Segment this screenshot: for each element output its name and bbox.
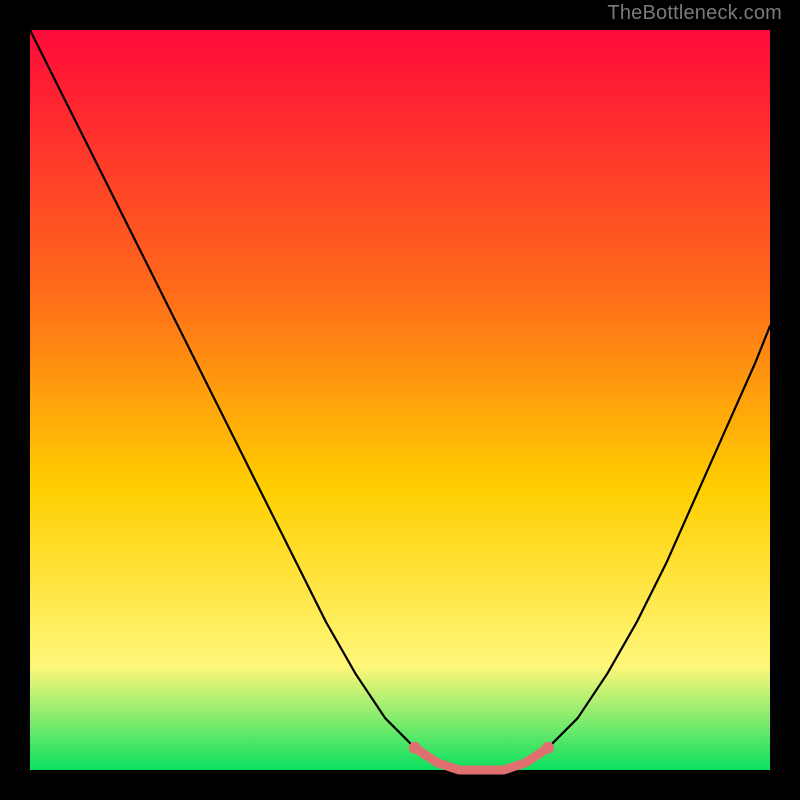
chart-frame: TheBottleneck.com [0,0,800,800]
highlight-dot-left [409,742,421,754]
plot-area [30,30,770,770]
watermark-text: TheBottleneck.com [607,2,782,25]
chart-svg [0,0,800,800]
highlight-dot-right [542,742,554,754]
